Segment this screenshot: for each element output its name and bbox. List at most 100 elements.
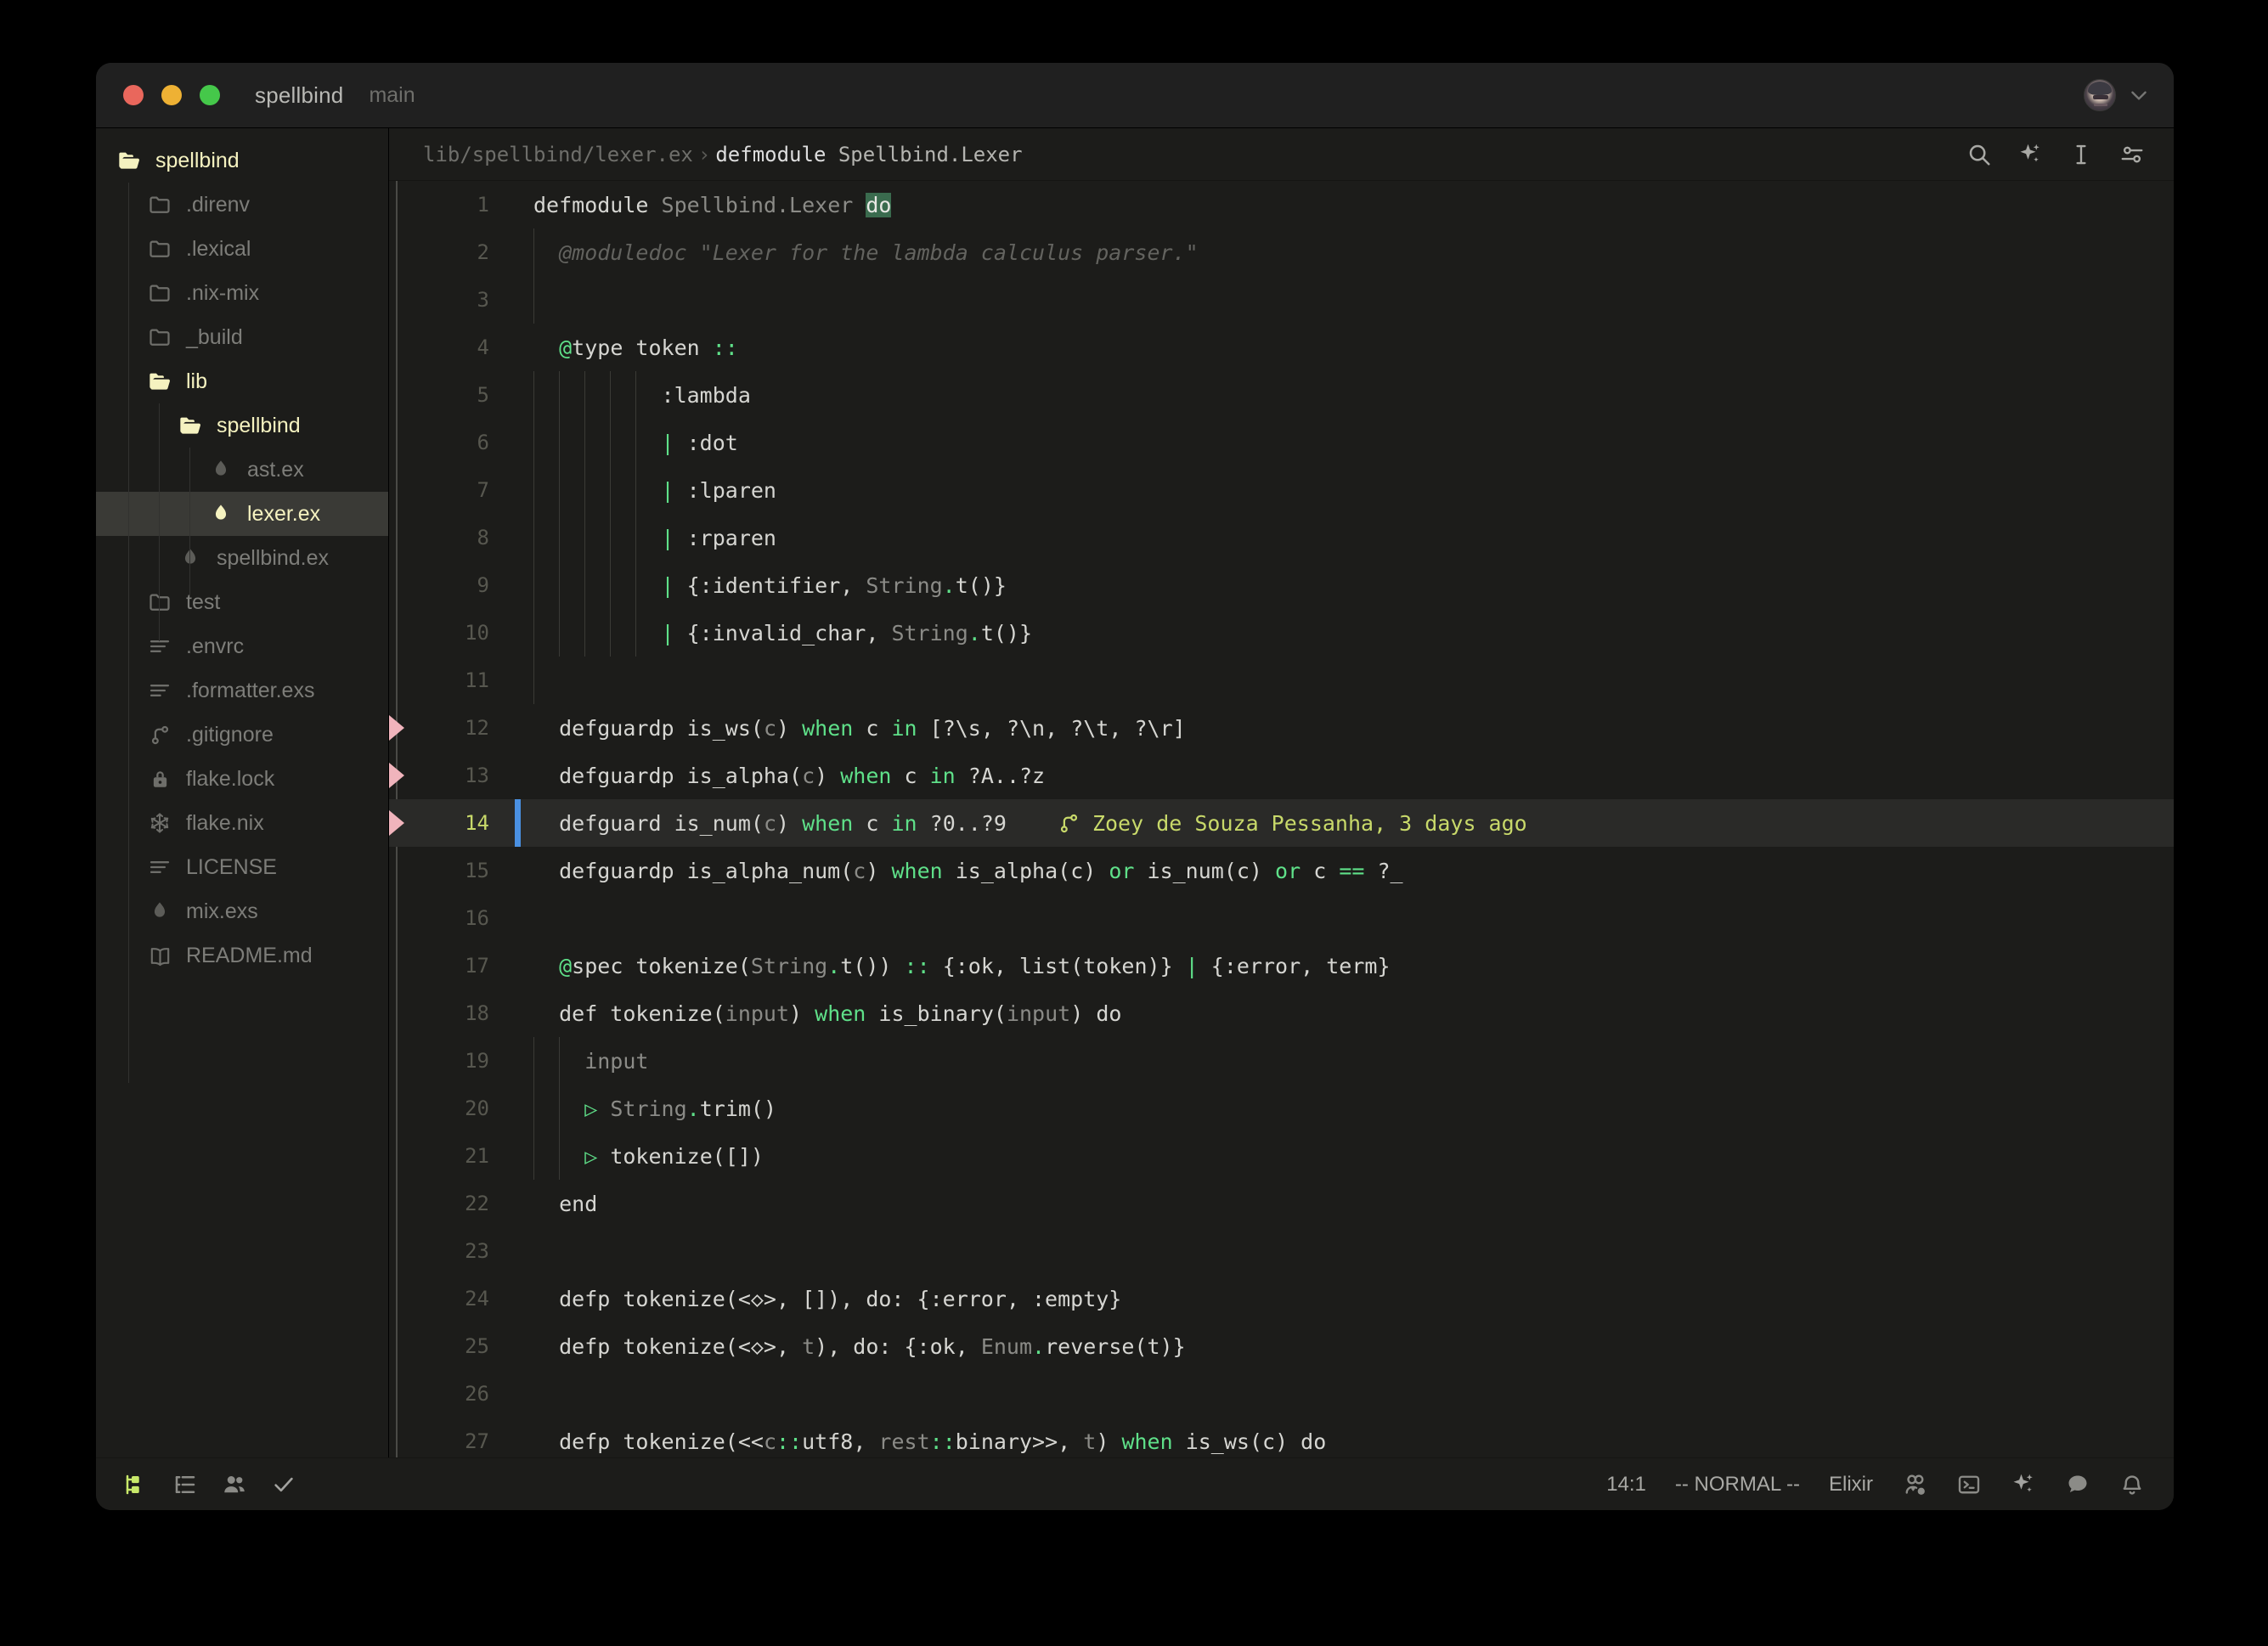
code-source[interactable]: ▷ String.trim()	[515, 1096, 776, 1121]
cursor-position[interactable]: 14:1	[1606, 1473, 1646, 1497]
code-source[interactable]: input	[515, 1049, 648, 1074]
code-source[interactable]: defp tokenize(<◇>, []), do: {:error, :em…	[515, 1287, 1121, 1311]
tree-item-license[interactable]: LICENSE	[96, 845, 388, 889]
avatar[interactable]	[2084, 79, 2116, 111]
tree-item-label: LICENSE	[186, 854, 277, 879]
tree-item-flake-lock[interactable]: flake.lock	[96, 757, 388, 801]
code-line[interactable]: 22 end	[389, 1180, 2174, 1227]
code-line[interactable]: 17 @spec tokenize(String.t()) :: {:ok, l…	[389, 942, 2174, 989]
project-panel-icon[interactable]	[123, 1472, 149, 1497]
code-editor[interactable]: 1 defmodule Spellbind.Lexer do 2 @moduledo…	[389, 181, 2174, 1457]
code-source[interactable]: defguard is_num(c) when c in ?0..?9	[515, 811, 1007, 836]
breadcrumb-path[interactable]: lib/spellbind/lexer.ex	[423, 143, 693, 166]
code-source[interactable]: end	[515, 1192, 597, 1216]
notification-bell-icon[interactable]	[2119, 1472, 2145, 1497]
language-indicator[interactable]: Elixir	[1829, 1473, 1873, 1497]
tree-item--envrc[interactable]: .envrc	[96, 624, 388, 668]
tree-item-spellbind[interactable]: spellbind	[96, 403, 388, 448]
code-source[interactable]: defp tokenize(<◇>, t), do: {:ok, Enum.re…	[515, 1334, 1186, 1359]
code-source[interactable]: @spec tokenize(String.t()) :: {:ok, list…	[515, 954, 1390, 978]
code-source[interactable]: | {:invalid_char, String.t()}	[515, 621, 1033, 645]
code-line[interactable]: 23	[389, 1227, 2174, 1275]
code-line[interactable]: 7 | :lparen	[389, 466, 2174, 514]
code-line[interactable]: 9 | {:identifier, String.t()}	[389, 561, 2174, 609]
code-source[interactable]: defmodule Spellbind.Lexer do	[515, 192, 892, 217]
minimize-window-button[interactable]	[161, 85, 182, 105]
code-source[interactable]: defguardp is_alpha(c) when c in ?A..?z	[515, 764, 1045, 788]
code-line[interactable]: 6 | :dot	[389, 419, 2174, 466]
breadcrumb[interactable]: lib/spellbind/lexer.ex › defmodule Spellbi…	[423, 143, 1023, 166]
code-source[interactable]: defguardp is_alpha_num(c) when is_alpha(…	[515, 859, 1402, 883]
code-line[interactable]: 21 ▷ tokenize([])	[389, 1132, 2174, 1180]
code-source[interactable]: ▷ tokenize([])	[515, 1144, 764, 1169]
terminal-icon[interactable]	[1956, 1472, 1982, 1497]
tree-item--build[interactable]: _build	[96, 315, 388, 359]
diagnostics-check-icon[interactable]	[271, 1472, 296, 1497]
tree-item--direnv[interactable]: .direnv	[96, 183, 388, 227]
code-line[interactable]: 16	[389, 894, 2174, 942]
settings-sliders-icon[interactable]	[2119, 142, 2145, 167]
code-line[interactable]: 27 defp tokenize(<<c::utf8, rest::binary…	[389, 1418, 2174, 1457]
code-source[interactable]: @moduledoc "Lexer for the lambda calculu…	[515, 240, 1199, 265]
code-line[interactable]: 20 ▷ String.trim()	[389, 1085, 2174, 1132]
code-source[interactable]: | :lparen	[515, 478, 776, 503]
tree-item-lexer-ex[interactable]: lexer.ex	[96, 492, 388, 536]
inline-git-blame[interactable]: Zoey de Souza Pessanha, 3 days ago	[1058, 811, 1527, 836]
code-line[interactable]: 1 defmodule Spellbind.Lexer do	[389, 181, 2174, 228]
code-source[interactable]: @type token ::	[515, 335, 738, 360]
collaborators-icon[interactable]	[222, 1472, 247, 1497]
code-line[interactable]: 5 :lambda	[389, 371, 2174, 419]
project-root-row[interactable]: spellbind	[96, 138, 388, 183]
code-line[interactable]: 10 | {:invalid_char, String.t()}	[389, 609, 2174, 657]
breadcrumb-symbol-keyword[interactable]: defmodule	[715, 143, 826, 166]
code-source[interactable]: defp tokenize(<<c::utf8, rest::binary>>,…	[515, 1429, 1326, 1454]
code-source[interactable]: | {:identifier, String.t()}	[515, 573, 1007, 598]
code-line[interactable]: 14 defguard is_num(c) when c in ?0..?9 Zo…	[389, 799, 2174, 847]
code-line[interactable]: 13 defguardp is_alpha(c) when c in ?A..?…	[389, 752, 2174, 799]
chat-bubble-icon[interactable]	[2065, 1472, 2090, 1497]
code-line[interactable]: 12 defguardp is_ws(c) when c in [?\s, ?\…	[389, 704, 2174, 752]
code-source[interactable]: def tokenize(input) when is_binary(input…	[515, 1001, 1121, 1026]
code-line[interactable]: 11	[389, 657, 2174, 704]
file-tree[interactable]: .direnv .lexical .nix-mix _build lib spellbin…	[96, 183, 388, 978]
code-line[interactable]: 19 input	[389, 1037, 2174, 1085]
text-cursor-icon[interactable]	[2068, 142, 2094, 167]
code-line[interactable]: 18 def tokenize(input) when is_binary(in…	[389, 989, 2174, 1037]
ai-sparkle-icon[interactable]	[2011, 1472, 2036, 1497]
code-line[interactable]: 24 defp tokenize(<◇>, []), do: {:error, …	[389, 1275, 2174, 1322]
code-line[interactable]: 15 defguardp is_alpha_num(c) when is_alp…	[389, 847, 2174, 894]
tree-item--formatter-exs[interactable]: .formatter.exs	[96, 668, 388, 713]
project-name[interactable]: spellbind	[255, 82, 343, 109]
code-source[interactable]: defguardp is_ws(c) when c in [?\s, ?\n, …	[515, 716, 1186, 741]
git-branch-label[interactable]: main	[369, 83, 415, 108]
maximize-window-button[interactable]	[200, 85, 220, 105]
code-line[interactable]: 4 @type token ::	[389, 324, 2174, 371]
code-line[interactable]: 2 @moduledoc "Lexer for the lambda calcu…	[389, 228, 2174, 276]
tree-item-spellbind-ex[interactable]: spellbind.ex	[96, 536, 388, 580]
tree-item-readme-md[interactable]: README.md	[96, 933, 388, 978]
project-panel[interactable]: spellbind .direnv .lexical .nix-mix _build l…	[96, 128, 389, 1457]
chevron-down-icon[interactable]	[2128, 84, 2150, 106]
tree-item-lib[interactable]: lib	[96, 359, 388, 403]
ai-sparkle-icon[interactable]	[2017, 142, 2043, 167]
code-source[interactable]: | :rparen	[515, 526, 776, 550]
tree-item-test[interactable]: test	[96, 580, 388, 624]
tree-item-flake-nix[interactable]: flake.nix	[96, 801, 388, 845]
tree-item--gitignore[interactable]: .gitignore	[96, 713, 388, 757]
code-line[interactable]: 25 defp tokenize(<◇>, t), do: {:ok, Enum…	[389, 1322, 2174, 1370]
code-lines[interactable]: 1 defmodule Spellbind.Lexer do 2 @moduledo…	[389, 181, 2174, 1457]
code-line[interactable]: 8 | :rparen	[389, 514, 2174, 561]
code-source[interactable]: :lambda	[515, 383, 751, 408]
close-window-button[interactable]	[123, 85, 144, 105]
code-line[interactable]: 26	[389, 1370, 2174, 1418]
code-source[interactable]: | :dot	[515, 431, 738, 455]
tree-item--nix-mix[interactable]: .nix-mix	[96, 271, 388, 315]
breadcrumb-symbol-name[interactable]: Spellbind.Lexer	[838, 143, 1023, 166]
code-line[interactable]: 3	[389, 276, 2174, 324]
search-icon[interactable]	[1966, 142, 1992, 167]
collab-call-icon[interactable]	[1902, 1472, 1927, 1497]
outline-panel-icon[interactable]	[172, 1472, 198, 1497]
tree-item--lexical[interactable]: .lexical	[96, 227, 388, 271]
tree-item-mix-exs[interactable]: mix.exs	[96, 889, 388, 933]
tree-item-ast-ex[interactable]: ast.ex	[96, 448, 388, 492]
